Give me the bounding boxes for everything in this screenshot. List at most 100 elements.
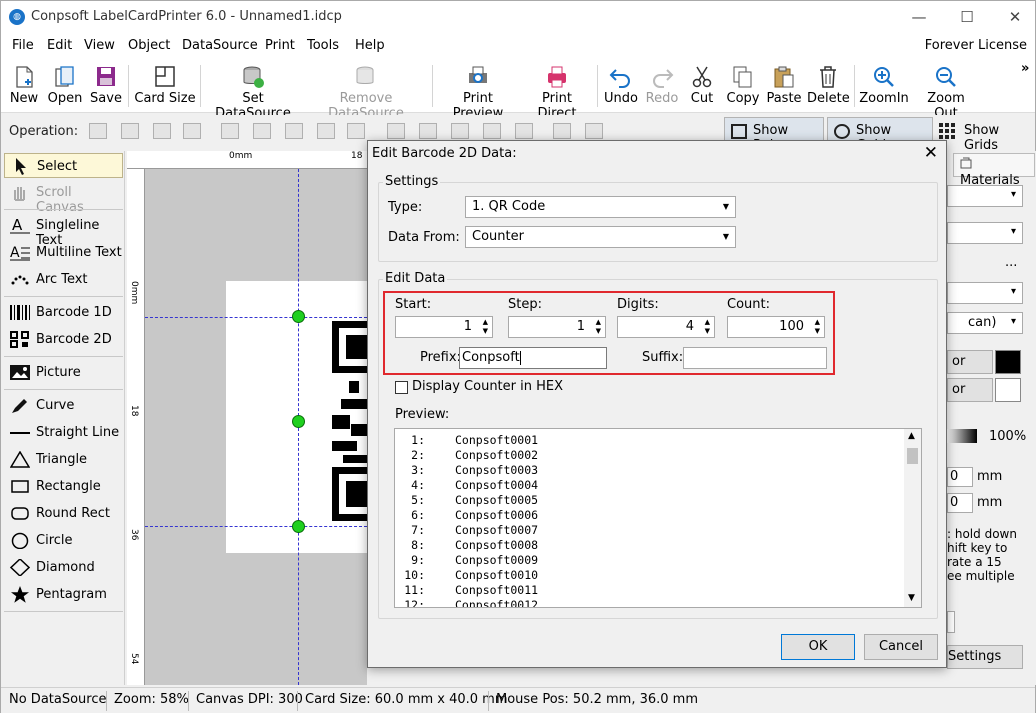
menu-tools[interactable]: Tools (307, 38, 339, 53)
paste-button[interactable]: Paste (765, 61, 803, 111)
distribute-h-icon[interactable] (317, 123, 335, 139)
font-combo[interactable]: ▾ (947, 185, 1023, 207)
type-select[interactable]: 1. QR Code ▼ (465, 196, 736, 218)
settings-button[interactable]: Settings (947, 645, 1023, 669)
horizontal-guide-top[interactable] (145, 317, 367, 318)
cut-button[interactable]: Cut (687, 61, 717, 111)
layer-down-icon[interactable] (153, 123, 171, 139)
scroll-down-icon[interactable]: ▼ (908, 593, 915, 603)
menu-datasource[interactable]: DataSource (182, 38, 258, 53)
align-right-icon[interactable] (285, 123, 303, 139)
align-middle-icon[interactable] (419, 123, 437, 139)
qr-code-object[interactable] (331, 319, 367, 524)
menu-edit[interactable]: Edit (47, 38, 72, 53)
menu-print[interactable]: Print (265, 38, 295, 53)
data-from-select[interactable]: Counter ▼ (465, 226, 736, 248)
hex-checkbox-label[interactable]: Display Counter in HEX (412, 379, 563, 394)
preview-scrollbar[interactable]: ▲ ▼ (904, 429, 921, 607)
dialog-close-button[interactable]: ✕ (924, 143, 938, 163)
prefix-input[interactable]: Conpsoft (459, 347, 607, 369)
distribute-v-icon[interactable] (483, 123, 501, 139)
background-color-swatch[interactable] (995, 378, 1021, 402)
menu-object[interactable]: Object (128, 38, 170, 53)
undo-button[interactable]: Undo (602, 61, 640, 111)
cancel-button[interactable]: Cancel (864, 634, 938, 660)
style-combo[interactable]: ▾ (947, 222, 1023, 244)
background-color-button[interactable]: or (947, 378, 993, 402)
redo-button[interactable]: Redo (644, 61, 680, 111)
save-button[interactable]: Save (89, 61, 123, 111)
suffix-input[interactable] (683, 347, 827, 369)
print-preview-button[interactable]: Print Preview (438, 61, 518, 121)
maximize-button[interactable]: ☐ (947, 5, 987, 29)
tool-barcode-1d[interactable]: Barcode 1D (4, 300, 123, 325)
foreground-color-button[interactable]: or (947, 350, 993, 374)
hex-checkbox[interactable] (395, 381, 408, 394)
menu-view[interactable]: View (84, 38, 115, 53)
tool-select[interactable]: Select (4, 153, 123, 178)
materials-tab[interactable]: Materials (953, 153, 1035, 188)
set-datasource-button[interactable]: Set DataSource (205, 61, 301, 121)
align-center-icon[interactable] (253, 123, 271, 139)
tool-barcode-2d[interactable]: Barcode 2D (4, 327, 123, 352)
more-options-button[interactable]: ... (1005, 255, 1017, 270)
resize-handle-middle[interactable] (292, 415, 305, 428)
tool-curve[interactable]: Curve (4, 393, 123, 418)
tool-diamond[interactable]: Diamond (4, 555, 123, 580)
resize-handle-bottom[interactable] (292, 520, 305, 533)
tool-picture[interactable]: Picture (4, 360, 123, 385)
opacity-slider[interactable] (947, 429, 977, 443)
copy-button[interactable]: Copy (724, 61, 762, 111)
count-spinner[interactable]: 100 ▲ ▼ (727, 316, 825, 338)
align-top-icon[interactable] (387, 123, 405, 139)
ungroup-icon[interactable] (585, 123, 603, 139)
preview-list[interactable]: 1: Conpsoft0001 2: Conpsoft0002 3: Conpsoft00… (394, 428, 922, 608)
foreground-color-swatch[interactable] (995, 350, 1021, 374)
tool-rectangle[interactable]: Rectangle (4, 474, 123, 499)
menu-file[interactable]: File (12, 38, 34, 53)
same-height-icon[interactable] (515, 123, 533, 139)
ok-button[interactable]: OK (781, 634, 855, 660)
extra-combo[interactable] (947, 611, 955, 633)
minimize-button[interactable]: — (899, 5, 939, 29)
tool-multiline-text[interactable]: A Multiline Text (4, 240, 123, 265)
start-spinner[interactable]: 1 ▲ ▼ (395, 316, 493, 338)
scan-combo[interactable]: can) ▾ (947, 312, 1023, 334)
close-button[interactable]: ✕ (995, 5, 1035, 29)
show-grids-toggle[interactable]: Show Grids (939, 123, 1035, 153)
horizontal-guide-bottom[interactable] (145, 526, 367, 527)
level-combo[interactable]: ▾ (947, 282, 1023, 304)
tool-scroll-canvas[interactable]: Scroll Canvas (4, 180, 123, 215)
tool-singleline-text[interactable]: A Singleline Text (4, 213, 123, 248)
offset-y-input[interactable]: 0 (947, 493, 973, 513)
toolbar-overflow-button[interactable]: » (1021, 61, 1029, 76)
offset-x-input[interactable]: 0 (947, 467, 973, 487)
scroll-thumb[interactable] (907, 448, 918, 464)
tool-straight-line[interactable]: Straight Line (4, 420, 123, 445)
layer-top-icon[interactable] (121, 123, 139, 139)
tool-circle[interactable]: Circle (4, 528, 123, 553)
resize-handle-top[interactable] (292, 310, 305, 323)
menu-help[interactable]: Help (355, 38, 385, 53)
align-left-icon[interactable] (221, 123, 239, 139)
zoom-out-button[interactable]: Zoom Out (914, 61, 978, 121)
zoom-in-button[interactable]: ZoomIn (859, 61, 909, 111)
scroll-up-icon[interactable]: ▲ (908, 431, 915, 441)
align-bottom-icon[interactable] (451, 123, 469, 139)
remove-datasource-button[interactable]: Remove DataSource (305, 61, 427, 121)
step-spinner[interactable]: 1 ▲ ▼ (508, 316, 606, 338)
layer-bottom-icon[interactable] (183, 123, 201, 139)
same-width-icon[interactable] (347, 123, 365, 139)
open-button[interactable]: Open (45, 61, 85, 111)
new-button[interactable]: New (7, 61, 41, 111)
tool-round-rect[interactable]: Round Rect (4, 501, 123, 526)
tool-arc-text[interactable]: Arc Text (4, 267, 123, 292)
layer-up-icon[interactable] (89, 123, 107, 139)
print-direct-button[interactable]: Print Direct (522, 61, 592, 121)
group-icon[interactable] (553, 123, 571, 139)
card-size-button[interactable]: Card Size (133, 61, 197, 111)
tool-triangle[interactable]: Triangle (4, 447, 123, 472)
delete-button[interactable]: Delete (807, 61, 850, 111)
digits-spinner[interactable]: 4 ▲ ▼ (617, 316, 715, 338)
tool-pentagram[interactable]: Pentagram (4, 582, 123, 607)
